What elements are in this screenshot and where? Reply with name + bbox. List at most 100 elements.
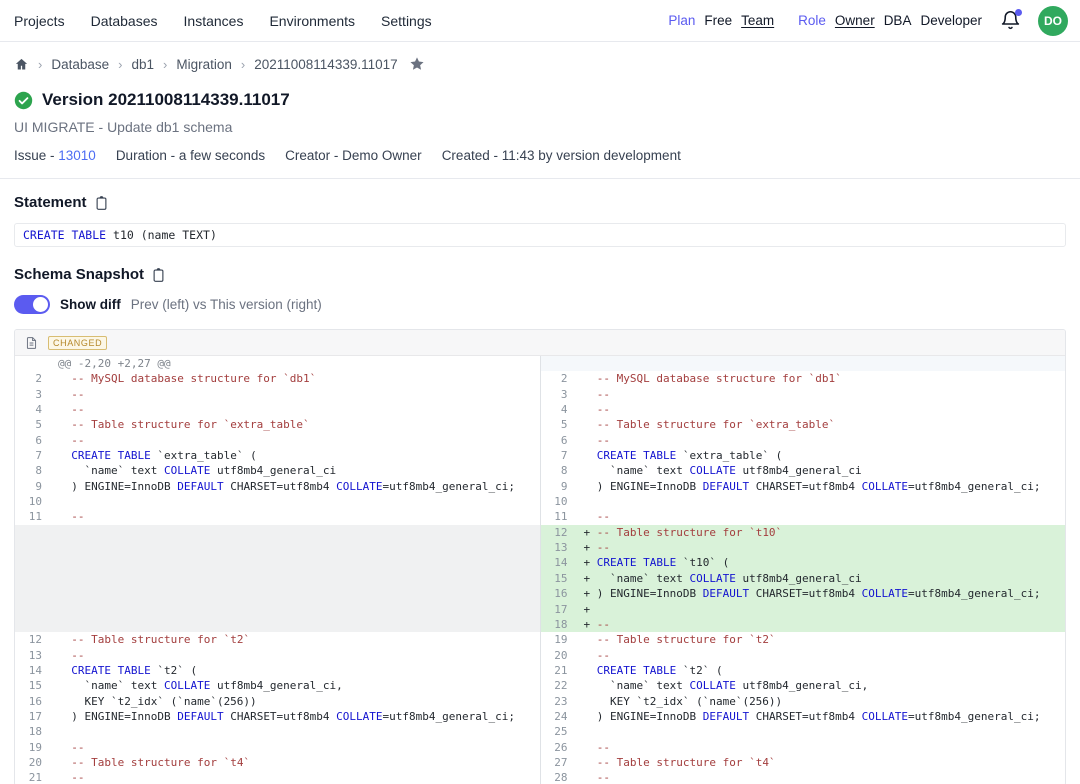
- code-text[interactable]: CREATE TABLE `extra_table` (: [55, 448, 540, 463]
- line-number: 15: [541, 571, 581, 586]
- nav-item-settings[interactable]: Settings: [381, 13, 432, 29]
- code-text[interactable]: + CREATE TABLE `t10` (: [581, 555, 1066, 570]
- line-number: 5: [15, 417, 55, 432]
- code-text[interactable]: --: [55, 740, 540, 755]
- line-number: 13: [15, 648, 55, 663]
- code-text[interactable]: [55, 602, 540, 617]
- line-number: [15, 602, 55, 617]
- code-text[interactable]: -- Table structure for `extra_table`: [55, 417, 540, 432]
- code-text[interactable]: `name` text COLLATE utf8mb4_general_ci: [55, 463, 540, 478]
- diff-line: 7 CREATE TABLE `extra_table` (: [541, 448, 1066, 463]
- nav-item-instances[interactable]: Instances: [184, 13, 244, 29]
- line-number: [15, 356, 55, 371]
- code-text[interactable]: -- Table structure for `t4`: [55, 755, 540, 770]
- code-text[interactable]: ) ENGINE=InnoDB DEFAULT CHARSET=utf8mb4 …: [55, 709, 540, 724]
- copy-snapshot-icon[interactable]: [151, 267, 166, 283]
- code-text[interactable]: + `name` text COLLATE utf8mb4_general_ci: [581, 571, 1066, 586]
- code-text[interactable]: + --: [581, 617, 1066, 632]
- code-text[interactable]: [55, 724, 540, 739]
- code-text[interactable]: --: [55, 509, 540, 524]
- code-text[interactable]: --: [55, 402, 540, 417]
- code-text[interactable]: -- Table structure for `t2`: [581, 632, 1066, 647]
- nav-item-environments[interactable]: Environments: [269, 13, 355, 29]
- code-text[interactable]: CREATE TABLE `t2` (: [581, 663, 1066, 678]
- code-text[interactable]: ) ENGINE=InnoDB DEFAULT CHARSET=utf8mb4 …: [55, 479, 540, 494]
- nav-item-projects[interactable]: Projects: [14, 13, 65, 29]
- line-number: 9: [15, 479, 55, 494]
- home-icon[interactable]: [14, 57, 29, 72]
- code-text[interactable]: --: [55, 433, 540, 448]
- diff-line: 11 --: [15, 509, 540, 524]
- plan-option-free[interactable]: Free: [704, 13, 732, 28]
- code-text[interactable]: [55, 617, 540, 632]
- code-text[interactable]: --: [55, 770, 540, 784]
- role-option-dba[interactable]: DBA: [884, 13, 912, 28]
- show-diff-toggle[interactable]: [14, 295, 50, 314]
- code-text[interactable]: + --: [581, 540, 1066, 555]
- copy-statement-icon[interactable]: [94, 195, 109, 211]
- notification-bell-icon[interactable]: [1000, 10, 1022, 32]
- code-text[interactable]: -- MySQL database structure for `db1`: [55, 371, 540, 386]
- code-text[interactable]: CREATE TABLE `t2` (: [55, 663, 540, 678]
- code-text[interactable]: `name` text COLLATE utf8mb4_general_ci: [581, 463, 1066, 478]
- breadcrumb-item-4[interactable]: 20211008114339.11017: [254, 57, 397, 72]
- plan-option-team[interactable]: Team: [741, 13, 774, 28]
- code-text[interactable]: CREATE TABLE `extra_table` (: [581, 448, 1066, 463]
- avatar[interactable]: DO: [1038, 6, 1068, 36]
- diff-spacer: [15, 602, 540, 617]
- code-text[interactable]: --: [55, 387, 540, 402]
- diff-line: 22 `name` text COLLATE utf8mb4_general_c…: [541, 678, 1066, 693]
- code-text[interactable]: [581, 724, 1066, 739]
- code-text[interactable]: @@ -2,20 +2,27 @@: [55, 356, 540, 371]
- code-text[interactable]: [55, 586, 540, 601]
- code-text[interactable]: --: [581, 509, 1066, 524]
- code-text[interactable]: +: [581, 602, 1066, 617]
- line-number: 10: [15, 494, 55, 509]
- code-text[interactable]: KEY `t2_idx` (`name`(256)): [581, 694, 1066, 709]
- star-icon[interactable]: [409, 56, 425, 72]
- code-text[interactable]: [55, 555, 540, 570]
- code-text[interactable]: KEY `t2_idx` (`name`(256)): [55, 694, 540, 709]
- diff-line: 16 KEY `t2_idx` (`name`(256)): [15, 694, 540, 709]
- code-text[interactable]: [581, 494, 1066, 509]
- nav-item-databases[interactable]: Databases: [91, 13, 158, 29]
- code-text[interactable]: `name` text COLLATE utf8mb4_general_ci,: [55, 678, 540, 693]
- code-text[interactable]: --: [581, 402, 1066, 417]
- diff-line: 20 --: [541, 648, 1066, 663]
- diff-line: 18: [15, 724, 540, 739]
- diff-line: 10: [15, 494, 540, 509]
- diff-added-line: 13+ --: [541, 540, 1066, 555]
- code-text[interactable]: + -- Table structure for `t10`: [581, 525, 1066, 540]
- code-text[interactable]: [55, 540, 540, 555]
- code-text[interactable]: [55, 525, 540, 540]
- role-option-developer[interactable]: Developer: [920, 13, 982, 28]
- code-text[interactable]: -- Table structure for `t4`: [581, 755, 1066, 770]
- code-text[interactable]: -- Table structure for `extra_table`: [581, 417, 1066, 432]
- diff-line: 11 --: [541, 509, 1066, 524]
- breadcrumb-item-1[interactable]: Database: [51, 57, 109, 72]
- code-text[interactable]: --: [581, 433, 1066, 448]
- code-text[interactable]: -- MySQL database structure for `db1`: [581, 371, 1066, 386]
- code-text[interactable]: --: [581, 740, 1066, 755]
- code-text[interactable]: `name` text COLLATE utf8mb4_general_ci,: [581, 678, 1066, 693]
- code-text[interactable]: [55, 494, 540, 509]
- diff-pane-previous[interactable]: @@ -2,20 +2,27 @@2 -- MySQL database str…: [15, 356, 540, 784]
- diff-spacer: [15, 571, 540, 586]
- breadcrumb-item-2[interactable]: db1: [131, 57, 154, 72]
- code-text[interactable]: --: [581, 648, 1066, 663]
- page-title: Version 20211008114339.11017: [42, 90, 290, 110]
- code-text[interactable]: + ) ENGINE=InnoDB DEFAULT CHARSET=utf8mb…: [581, 586, 1066, 601]
- issue-link[interactable]: 13010: [58, 148, 96, 163]
- code-text[interactable]: ) ENGINE=InnoDB DEFAULT CHARSET=utf8mb4 …: [581, 709, 1066, 724]
- role-option-owner[interactable]: Owner: [835, 13, 875, 28]
- diff-pane-current[interactable]: 2 -- MySQL database structure for `db1`3…: [540, 356, 1066, 784]
- code-text[interactable]: [581, 356, 1066, 371]
- code-text[interactable]: --: [581, 387, 1066, 402]
- breadcrumb-item-3[interactable]: Migration: [176, 57, 232, 72]
- code-text[interactable]: --: [55, 648, 540, 663]
- code-text[interactable]: [55, 571, 540, 586]
- code-text[interactable]: -- Table structure for `t2`: [55, 632, 540, 647]
- code-text[interactable]: --: [581, 770, 1066, 784]
- code-text[interactable]: ) ENGINE=InnoDB DEFAULT CHARSET=utf8mb4 …: [581, 479, 1066, 494]
- line-number: 28: [541, 770, 581, 784]
